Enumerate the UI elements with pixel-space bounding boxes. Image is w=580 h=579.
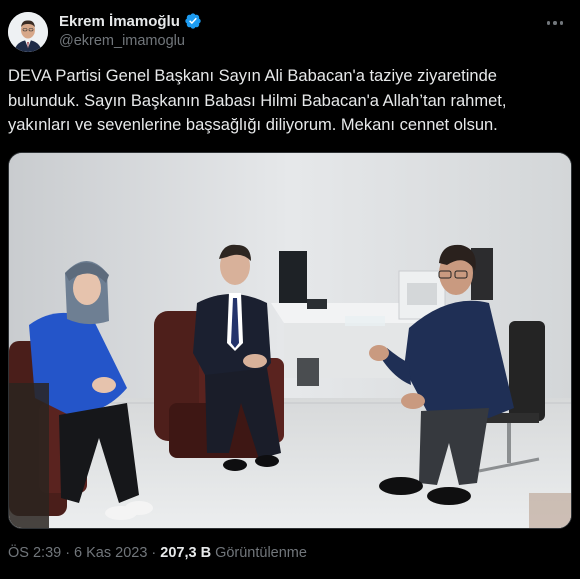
more-dot: [559, 21, 564, 25]
author-display-name[interactable]: Ekrem İmamoğlu: [59, 13, 180, 30]
more-dot: [553, 21, 557, 25]
views-count: 207,3 B: [160, 545, 212, 561]
tweet-photo[interactable]: [8, 152, 572, 529]
views-label: Görüntülenme: [215, 545, 307, 561]
tweet-text: DEVA Partisi Genel Başkanı Sayın Ali Bab…: [8, 67, 507, 134]
tweet-meta: ÖS 2:39 · 6 Kas 2023 · 207,3 B Görüntüle…: [8, 545, 307, 561]
more-options-icon[interactable]: [542, 12, 568, 34]
tweet-date[interactable]: 6 Kas 2023: [74, 545, 147, 561]
meta-separator: ·: [151, 545, 157, 561]
more-dot: [546, 21, 551, 25]
author-handle[interactable]: @ekrem_imamoglu: [59, 33, 185, 49]
verified-badge-icon: [185, 13, 201, 29]
meta-separator: ·: [65, 545, 71, 561]
tweet-header: Ekrem İmamoğlu @ekrem_imamoglu: [8, 10, 572, 54]
author-name-row: Ekrem İmamoğlu: [59, 12, 202, 30]
author-avatar[interactable]: [8, 12, 48, 52]
tweet-time[interactable]: ÖS 2:39: [8, 545, 61, 561]
